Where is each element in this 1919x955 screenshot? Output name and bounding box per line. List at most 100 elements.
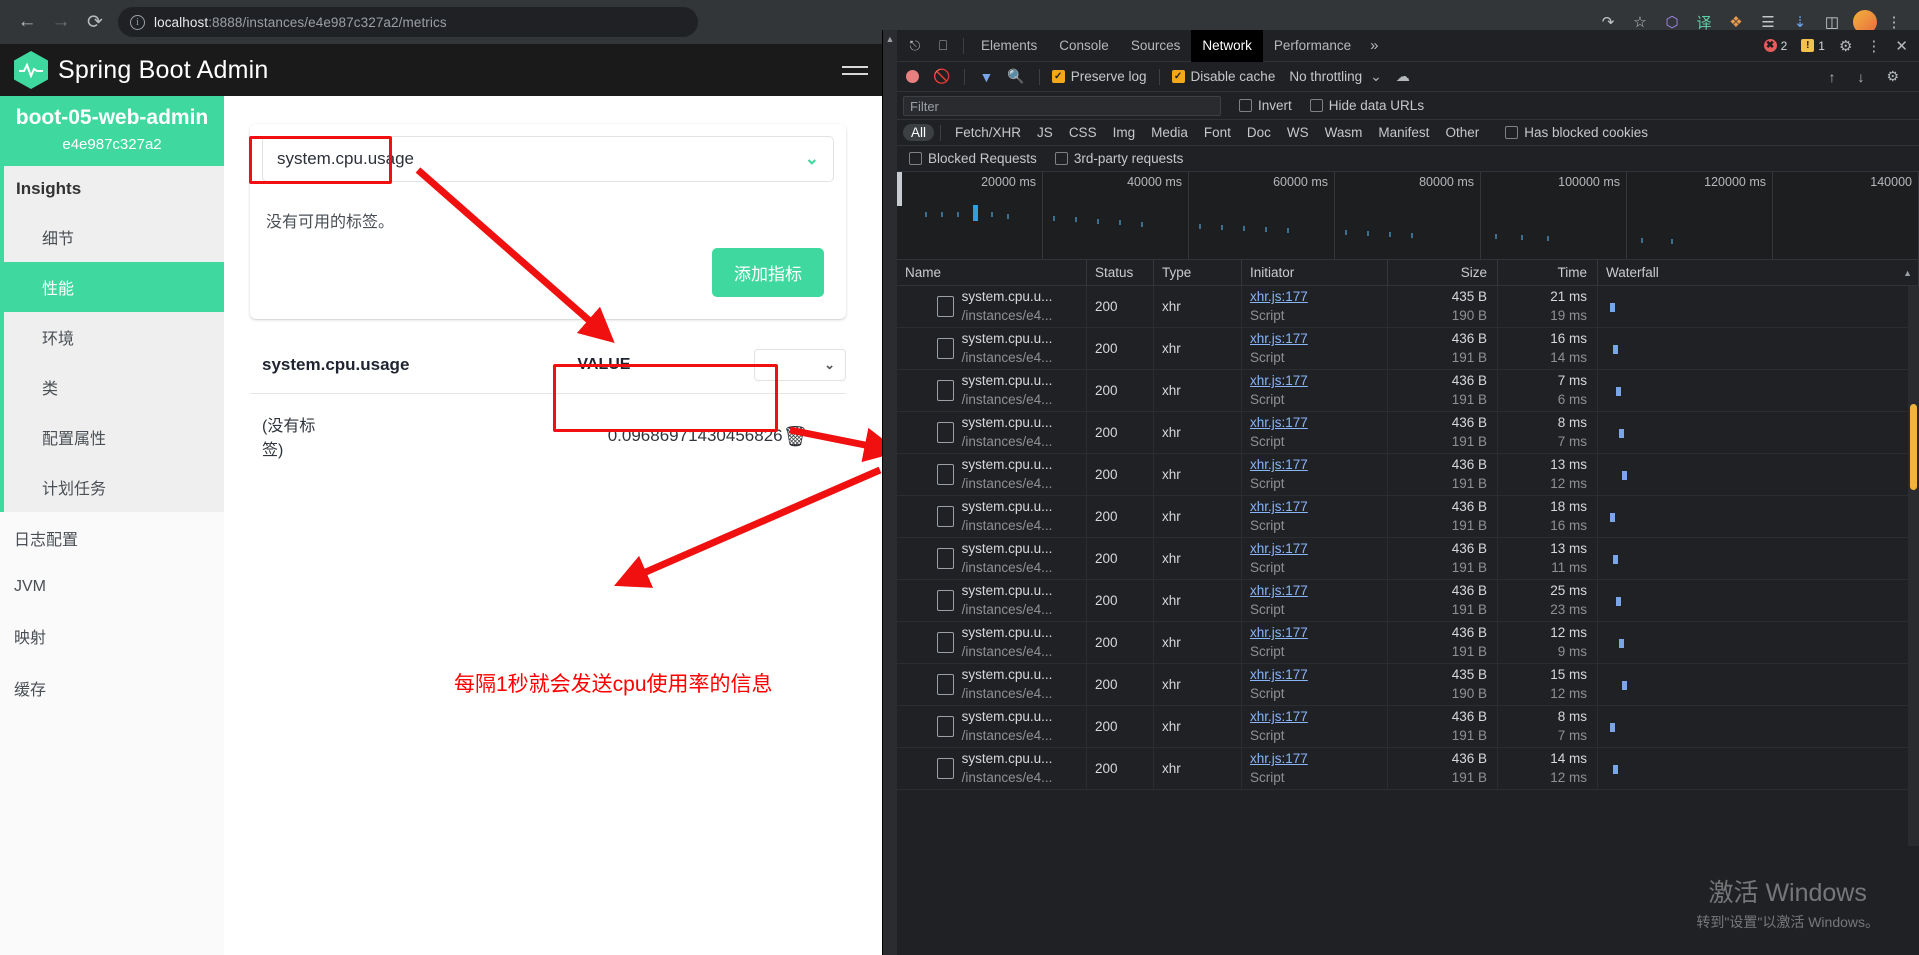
sidebar-item-config-props[interactable]: 配置属性 <box>4 412 224 462</box>
initiator-link[interactable]: xhr.js:177 <box>1250 708 1387 726</box>
initiator-link[interactable]: xhr.js:177 <box>1250 498 1387 516</box>
device-toolbar-icon[interactable]: ⎕ <box>929 33 957 59</box>
metric-select[interactable]: system.cpu.usage ⌄ <box>262 136 834 182</box>
initiator-link[interactable]: xhr.js:177 <box>1250 582 1387 600</box>
network-overview-timeline[interactable]: 20000 ms 40000 ms 60000 ms 80000 ms 1000… <box>897 172 1919 260</box>
table-row[interactable]: system.cpu.u... /instances/e4... 200 xhr xhr… <box>897 328 1919 370</box>
initiator-link[interactable]: xhr.js:177 <box>1250 666 1387 684</box>
sidebar-item-performance[interactable]: 性能 <box>4 262 224 313</box>
initiator-link[interactable]: xhr.js:177 <box>1250 540 1387 558</box>
column-header-type[interactable]: Type <box>1154 259 1242 286</box>
column-header-name[interactable]: Name <box>897 259 1087 286</box>
tab-elements[interactable]: Elements <box>970 30 1048 62</box>
sidebar-item-classes[interactable]: 类 <box>4 362 224 412</box>
initiator-link[interactable]: xhr.js:177 <box>1250 288 1387 306</box>
inspect-element-icon[interactable]: ⎋ <box>901 33 929 59</box>
initiator-link[interactable]: xhr.js:177 <box>1250 372 1387 390</box>
hamburger-menu-icon[interactable] <box>842 65 868 75</box>
disable-cache-checkbox[interactable]: ✓ Disable cache <box>1171 69 1275 84</box>
table-row[interactable]: system.cpu.u... /instances/e4... 200 xhr xhr… <box>897 496 1919 538</box>
sidebar-item-jvm[interactable]: JVM <box>0 564 224 611</box>
unit-select[interactable]: - ⌄ <box>754 349 846 381</box>
magnifier-search-icon[interactable]: 🔍 <box>1001 68 1030 85</box>
scroll-up-icon[interactable]: ▲ <box>883 30 897 44</box>
table-row[interactable]: system.cpu.u... /instances/e4... 200 xhr xhr… <box>897 538 1919 580</box>
type-filter-img[interactable]: Img <box>1105 124 1144 141</box>
filter-input[interactable]: Filter <box>903 95 1221 116</box>
export-har-down-arrow-icon[interactable]: ↓ <box>1851 69 1870 85</box>
sidebar-item-caches[interactable]: 缓存 <box>0 662 224 715</box>
tab-performance[interactable]: Performance <box>1263 30 1362 62</box>
network-table-scrollbar[interactable] <box>1908 286 1919 846</box>
back-arrow-icon[interactable]: ← <box>10 5 44 39</box>
invert-checkbox[interactable]: Invert <box>1239 98 1292 113</box>
table-row[interactable]: system.cpu.u... /instances/e4... 200 xhr xhr… <box>897 286 1919 328</box>
sidebar-item-environment[interactable]: 环境 <box>4 312 224 362</box>
add-metric-button[interactable]: 添加指标 <box>712 248 824 297</box>
column-header-initiator[interactable]: Initiator <box>1242 259 1388 286</box>
tab-network[interactable]: Network <box>1191 29 1263 62</box>
clear-no-entry-icon[interactable]: 🚫 <box>927 68 956 85</box>
table-row[interactable]: system.cpu.u... /instances/e4... 200 xhr xhr… <box>897 664 1919 706</box>
more-tabs-icon[interactable]: » <box>1362 37 1386 54</box>
table-row[interactable]: system.cpu.u... /instances/e4... 200 xhr xhr… <box>897 706 1919 748</box>
site-info-icon[interactable]: i <box>130 14 145 30</box>
column-header-status[interactable]: Status <box>1087 259 1154 286</box>
type-filter-fetch-xhr[interactable]: Fetch/XHR <box>947 124 1029 141</box>
table-row[interactable]: system.cpu.u... /instances/e4... 200 xhr xhr… <box>897 748 1919 790</box>
funnel-filter-icon[interactable]: ▼ <box>973 69 999 85</box>
hide-data-urls-checkbox[interactable]: Hide data URLs <box>1309 98 1424 113</box>
table-row[interactable]: system.cpu.u... /instances/e4... 200 xhr xhr… <box>897 412 1919 454</box>
throttling-select[interactable]: No throttling <box>1289 69 1362 84</box>
address-bar[interactable]: i localhost:8888/instances/e4e987c327a2/… <box>118 7 698 37</box>
settings-gear-icon[interactable]: ⚙ <box>1834 37 1857 55</box>
table-row[interactable]: system.cpu.u... /instances/e4... 200 xhr xhr… <box>897 622 1919 664</box>
more-vertical-icon[interactable]: ⋮ <box>1861 37 1886 55</box>
record-stop-icon[interactable] <box>906 70 919 83</box>
has-blocked-cookies-checkbox[interactable]: Has blocked cookies <box>1505 125 1648 140</box>
initiator-link[interactable]: xhr.js:177 <box>1250 624 1387 642</box>
type-filter-js[interactable]: JS <box>1029 124 1061 141</box>
initiator-link[interactable]: xhr.js:177 <box>1250 330 1387 348</box>
reload-icon[interactable]: ⟳ <box>78 5 112 39</box>
tab-console[interactable]: Console <box>1048 30 1120 62</box>
trash-icon[interactable]: 🗑 <box>783 424 808 449</box>
preserve-log-checkbox[interactable]: ✓ Preserve log <box>1051 69 1147 84</box>
type-filter-ws[interactable]: WS <box>1279 124 1317 141</box>
table-row[interactable]: system.cpu.u... /instances/e4... 200 xhr xhr… <box>897 370 1919 412</box>
table-row[interactable]: system.cpu.u... /instances/e4... 200 xhr xhr… <box>897 580 1919 622</box>
initiator-link[interactable]: xhr.js:177 <box>1250 750 1387 768</box>
network-conditions-icon[interactable]: ☁ <box>1390 68 1416 85</box>
sidebar-item-logging[interactable]: 日志配置 <box>0 512 224 565</box>
type-filter-other[interactable]: Other <box>1437 124 1487 141</box>
table-row[interactable]: system.cpu.u... /instances/e4... 200 xhr xhr… <box>897 454 1919 496</box>
column-header-time[interactable]: Time <box>1498 259 1598 286</box>
import-har-up-arrow-icon[interactable]: ↑ <box>1822 69 1841 85</box>
sidebar-item-scheduled-tasks[interactable]: 计划任务 <box>4 462 224 512</box>
network-table-body[interactable]: system.cpu.u.../instances/e4... 200 xhr xhr… <box>897 286 1919 846</box>
type-filter-all[interactable]: All <box>903 124 935 141</box>
network-settings-gear-icon[interactable]: ⚙ <box>1880 68 1905 85</box>
initiator-link[interactable]: xhr.js:177 <box>1250 414 1387 432</box>
latency-time: 12 ms <box>1550 475 1587 491</box>
error-badge[interactable]: ✖ 2 <box>1759 39 1793 53</box>
type-filter-media[interactable]: Media <box>1143 124 1196 141</box>
warning-badge[interactable]: ! 1 <box>1796 39 1830 53</box>
devtools-scroll-strip[interactable]: ▲ <box>883 30 897 955</box>
type-filter-doc[interactable]: Doc <box>1239 124 1279 141</box>
chevron-down-icon[interactable]: ⌄ <box>1364 68 1388 85</box>
sidebar-item-mappings[interactable]: 映射 <box>0 610 224 663</box>
type-filter-manifest[interactable]: Manifest <box>1370 124 1437 141</box>
initiator-link[interactable]: xhr.js:177 <box>1250 456 1387 474</box>
sidebar-item-details[interactable]: 细节 <box>4 212 224 262</box>
cell-time: 18 ms 16 ms <box>1498 496 1598 537</box>
type-filter-css[interactable]: CSS <box>1061 124 1105 141</box>
close-x-icon[interactable]: ✕ <box>1890 37 1913 55</box>
tab-sources[interactable]: Sources <box>1120 30 1192 62</box>
blocked-requests-checkbox[interactable]: Blocked Requests <box>909 151 1037 166</box>
type-filter-font[interactable]: Font <box>1196 124 1239 141</box>
type-filter-wasm[interactable]: Wasm <box>1317 124 1371 141</box>
column-header-size[interactable]: Size <box>1388 259 1498 286</box>
third-party-requests-checkbox[interactable]: 3rd-party requests <box>1054 151 1183 166</box>
column-header-waterfall[interactable]: Waterfall ▲ <box>1598 259 1919 286</box>
